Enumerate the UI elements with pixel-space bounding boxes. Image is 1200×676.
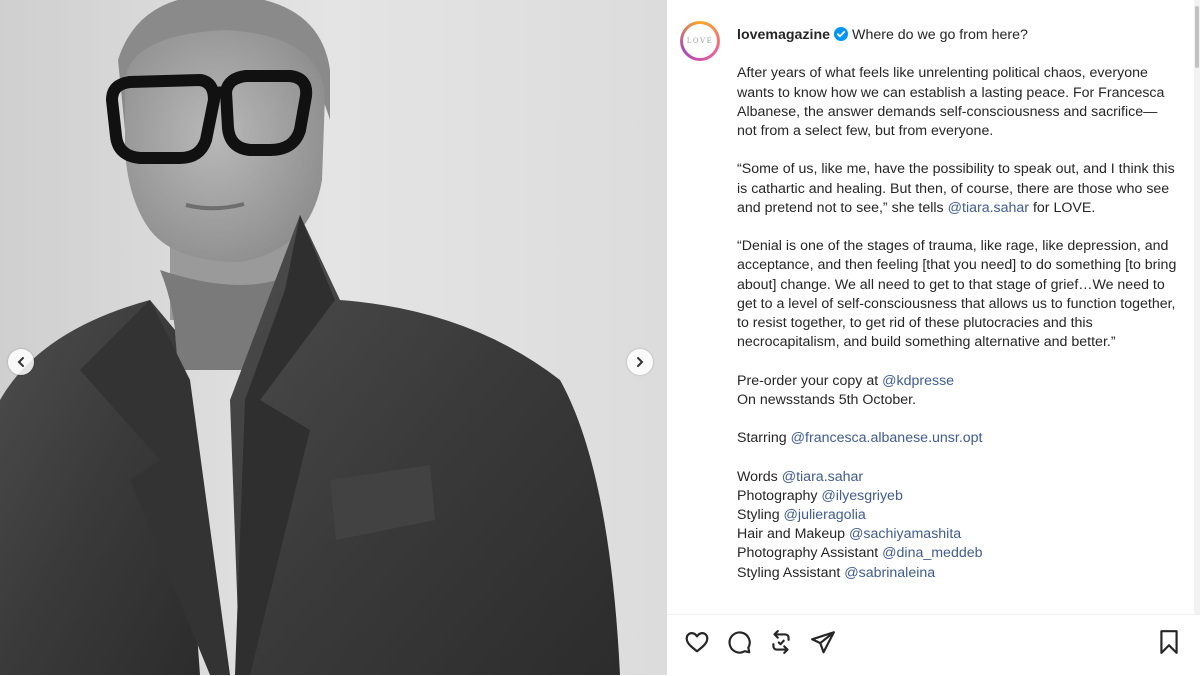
mention-link[interactable]: @tiara.sahar xyxy=(782,469,863,485)
post-details-panel: LOVE lovemagazine Where do we go from he… xyxy=(667,0,1200,676)
caption-paragraph: “Some of us, like me, have the possibili… xyxy=(737,160,1177,218)
verified-badge-icon xyxy=(834,27,849,41)
action-bar xyxy=(667,614,1200,676)
credit-label: Hair and Makeup xyxy=(737,526,849,543)
credit-label: Photography Assistant xyxy=(737,545,883,562)
caption-text: Starring xyxy=(737,430,791,447)
caption-text: Pre-order your copy at xyxy=(737,372,883,389)
caption-paragraph: After years of what feels like unrelenti… xyxy=(737,65,1165,139)
newsstands-line: On newsstands 5th October. xyxy=(737,391,917,408)
mention-link[interactable]: @dina_meddeb xyxy=(882,545,982,561)
avatar-logo: LOVE xyxy=(683,24,717,58)
mention-link[interactable]: @tiara.sahar xyxy=(948,200,1029,216)
like-button[interactable] xyxy=(682,627,712,657)
repost-button[interactable] xyxy=(766,627,796,657)
caption-header: lovemagazine Where do we go from here? xyxy=(737,26,1177,45)
credit-line: Styling @julieragolia xyxy=(737,506,1177,525)
mention-link[interactable]: @sabrinaleina xyxy=(844,565,935,581)
mention-link[interactable]: @ilyesgriyeb xyxy=(821,488,902,504)
mention-link[interactable]: @sachiyamashita xyxy=(849,526,961,542)
send-icon xyxy=(811,631,835,654)
credit-line: Photography Assistant @dina_meddeb xyxy=(737,544,1177,563)
starring-line: Starring @francesca.albanese.unsr.opt xyxy=(737,429,1177,448)
post-caption: lovemagazine Where do we go from here? A… xyxy=(737,26,1177,610)
save-button[interactable] xyxy=(1154,627,1184,657)
credit-line: Styling Assistant @sabrinaleina xyxy=(737,564,1177,583)
share-button[interactable] xyxy=(808,627,838,657)
credit-label: Words xyxy=(737,468,782,485)
next-image-button[interactable] xyxy=(627,349,653,375)
mention-link[interactable]: @kdpresse xyxy=(882,373,954,389)
previous-image-button[interactable] xyxy=(8,349,34,375)
caption-title: Where do we go from here? xyxy=(852,27,1028,43)
credit-line: Hair and Makeup @sachiyamashita xyxy=(737,525,1177,544)
credit-label: Styling Assistant xyxy=(737,564,845,581)
avatar[interactable]: LOVE xyxy=(680,21,720,61)
mention-link[interactable]: @francesca.albanese.unsr.opt xyxy=(791,430,983,446)
caption-paragraph: “Denial is one of the stages of trauma, … xyxy=(737,238,1177,351)
chevron-right-icon xyxy=(637,357,644,367)
repost-icon xyxy=(772,630,790,654)
comment-icon xyxy=(728,631,751,654)
chevron-left-icon xyxy=(17,357,24,367)
heart-icon xyxy=(685,632,709,653)
comment-button[interactable] xyxy=(724,627,754,657)
mention-link[interactable]: @julieragolia xyxy=(784,507,866,523)
post-photo xyxy=(0,0,666,675)
bookmark-icon xyxy=(1160,630,1178,654)
credit-line: Photography @ilyesgriyeb xyxy=(737,487,1177,506)
caption-text: for LOVE. xyxy=(1029,199,1096,216)
username-link[interactable]: lovemagazine xyxy=(737,27,830,43)
scrollbar-thumb[interactable] xyxy=(1195,6,1199,68)
credit-label: Styling xyxy=(737,506,784,523)
portrait-photo xyxy=(0,0,666,675)
credit-label: Photography xyxy=(737,487,822,504)
caption-scrollbar[interactable] xyxy=(1194,0,1200,614)
preorder-line: Pre-order your copy at @kdpresse xyxy=(737,372,1177,391)
credit-line: Words @tiara.sahar xyxy=(737,468,1177,487)
